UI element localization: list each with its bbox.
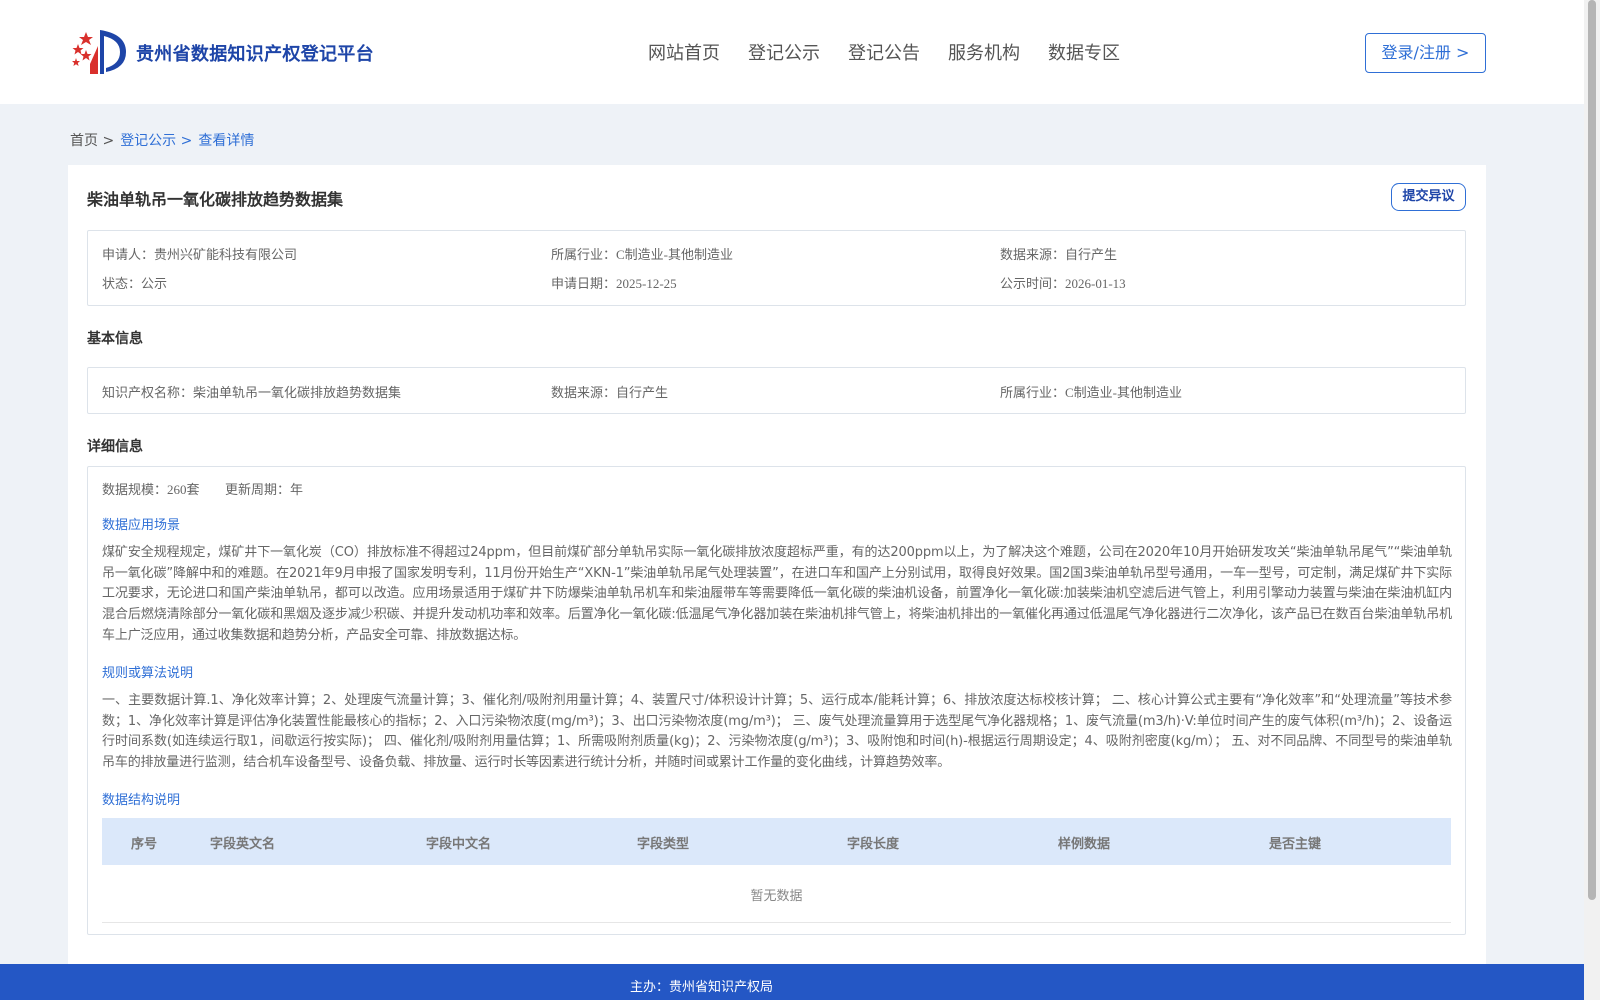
nav-registration-publicity[interactable]: 登记公示 bbox=[748, 39, 820, 65]
scenario-title: 数据应用场景 bbox=[102, 518, 181, 533]
column-header: 字段类型 bbox=[637, 837, 690, 852]
column-header: 序号 bbox=[131, 837, 158, 852]
apply-date-value: 2025-12-25 bbox=[616, 276, 677, 291]
main-nav: 网站首页 登记公示 登记公告 服务机构 数据专区 bbox=[648, 39, 1148, 65]
breadcrumb-section[interactable]: 登记公示 > bbox=[120, 130, 192, 150]
nav-registration-announcement[interactable]: 登记公告 bbox=[848, 39, 920, 65]
detail-info-box: 数据规模：260套 更新周期：年 数据应用场景 煤矿安全规程规定，煤矿井下一氧化… bbox=[87, 466, 1466, 935]
basic-info-box: 知识产权名称：柴油单轨吊一氧化碳排放趋势数据集 数据来源：自行产生 所属行业：C… bbox=[87, 367, 1466, 414]
basic-source-value: 自行产生 bbox=[616, 385, 669, 400]
column-header: 样例数据 bbox=[1058, 837, 1111, 852]
status-value: 公示 bbox=[141, 276, 168, 291]
source-field: 数据来源：自行产生 bbox=[1000, 244, 1117, 263]
industry-label: 所属行业： bbox=[551, 248, 617, 263]
detail-card: 柴油单轨吊一氧化碳排放趋势数据集 提交异议 申请人：贵州兴矿能科技有限公司 所属… bbox=[68, 165, 1486, 973]
nav-home[interactable]: 网站首页 bbox=[648, 39, 720, 65]
basic-industry-field: 所属行业：C制造业-其他制造业 bbox=[1000, 382, 1182, 401]
update-cycle-value: 年 bbox=[290, 482, 304, 497]
applicant-field: 申请人：贵州兴矿能科技有限公司 bbox=[102, 244, 297, 263]
ip-name-value: 柴油单轨吊一氧化碳排放趋势数据集 bbox=[193, 385, 402, 400]
publicity-date-label: 公示时间： bbox=[1000, 277, 1066, 292]
empty-table-text: 暂无数据 bbox=[750, 889, 803, 904]
summary-box: 申请人：贵州兴矿能科技有限公司 所属行业：C制造业-其他制造业 数据来源：自行产… bbox=[87, 230, 1466, 306]
source-label: 数据来源： bbox=[1000, 248, 1066, 263]
basic-source-field: 数据来源：自行产生 bbox=[551, 382, 668, 401]
page-scrollbar[interactable] bbox=[1584, 0, 1600, 1000]
submit-objection-button[interactable]: 提交异议 bbox=[1391, 183, 1466, 211]
login-register-button[interactable]: 登录/注册 > bbox=[1365, 33, 1486, 73]
dataset-title: 柴油单轨吊一氧化碳排放趋势数据集 bbox=[87, 190, 344, 209]
breadcrumb-current: 查看详情 bbox=[198, 133, 255, 149]
structure-title: 数据结构说明 bbox=[102, 793, 181, 808]
industry-value: C制造业-其他制造业 bbox=[616, 247, 734, 262]
breadcrumb: 首页 > 登记公示 > 查看详情 bbox=[70, 130, 254, 150]
algorithm-text: 一、主要数据计算.1、净化效率计算；2、处理废气流量计算；3、催化剂/吸附剂用量… bbox=[102, 693, 1452, 771]
source-value: 自行产生 bbox=[1065, 247, 1118, 262]
update-cycle-field: 更新周期：年 bbox=[225, 479, 303, 498]
update-cycle-label: 更新周期： bbox=[225, 483, 291, 498]
status-field: 状态：公示 bbox=[102, 273, 167, 292]
footer-text: 主办：贵州省知识产权局 bbox=[630, 980, 774, 995]
data-scale-value: 260套 bbox=[167, 482, 200, 497]
scrollbar-thumb[interactable] bbox=[1588, 0, 1596, 900]
basic-industry-label: 所属行业： bbox=[1000, 386, 1066, 401]
basic-info-title: 基本信息 bbox=[87, 331, 143, 347]
ip-name-field: 知识产权名称：柴油单轨吊一氧化碳排放趋势数据集 bbox=[102, 382, 401, 401]
apply-date-field: 申请日期：2025-12-25 bbox=[551, 273, 677, 292]
table-divider bbox=[102, 922, 1451, 923]
site-footer: 主办：贵州省知识产权局 bbox=[0, 964, 1584, 1000]
site-title[interactable]: 贵州省数据知识产权登记平台 bbox=[136, 40, 374, 66]
structure-table-header: 序号 字段英文名 字段中文名 字段类型 字段长度 样例数据 是否主键 bbox=[102, 818, 1451, 865]
site-header: 贵州省数据知识产权登记平台 网站首页 登记公示 登记公告 服务机构 数据专区 登… bbox=[0, 0, 1584, 104]
publicity-date-value: 2026-01-13 bbox=[1065, 276, 1126, 291]
status-label: 状态： bbox=[102, 277, 142, 292]
publicity-date-field: 公示时间：2026-01-13 bbox=[1000, 273, 1126, 292]
column-header: 字段长度 bbox=[847, 837, 900, 852]
algorithm-title: 规则或算法说明 bbox=[102, 666, 194, 681]
basic-industry-value: C制造业-其他制造业 bbox=[1065, 385, 1183, 400]
data-scale-field: 数据规模：260套 bbox=[102, 479, 200, 498]
column-header: 是否主键 bbox=[1269, 837, 1322, 852]
nav-data-zone[interactable]: 数据专区 bbox=[1048, 39, 1120, 65]
column-header: 字段中文名 bbox=[426, 837, 492, 852]
column-header: 字段英文名 bbox=[210, 837, 276, 852]
industry-field: 所属行业：C制造业-其他制造业 bbox=[551, 244, 733, 263]
detail-info-title: 详细信息 bbox=[87, 439, 143, 455]
basic-source-label: 数据来源： bbox=[551, 386, 617, 401]
breadcrumb-home[interactable]: 首页 > bbox=[70, 130, 114, 150]
ip-name-label: 知识产权名称： bbox=[102, 386, 194, 401]
data-scale-label: 数据规模： bbox=[102, 483, 168, 498]
nav-service-agencies[interactable]: 服务机构 bbox=[948, 39, 1020, 65]
scenario-text: 煤矿安全规程规定，煤矿井下一氧化炭（CO）排放标准不得超过24ppm，但目前煤矿… bbox=[102, 545, 1452, 643]
apply-date-label: 申请日期： bbox=[551, 277, 617, 292]
applicant-value: 贵州兴矿能科技有限公司 bbox=[154, 247, 298, 262]
applicant-label: 申请人： bbox=[102, 248, 155, 263]
platform-logo-icon[interactable] bbox=[70, 26, 130, 78]
